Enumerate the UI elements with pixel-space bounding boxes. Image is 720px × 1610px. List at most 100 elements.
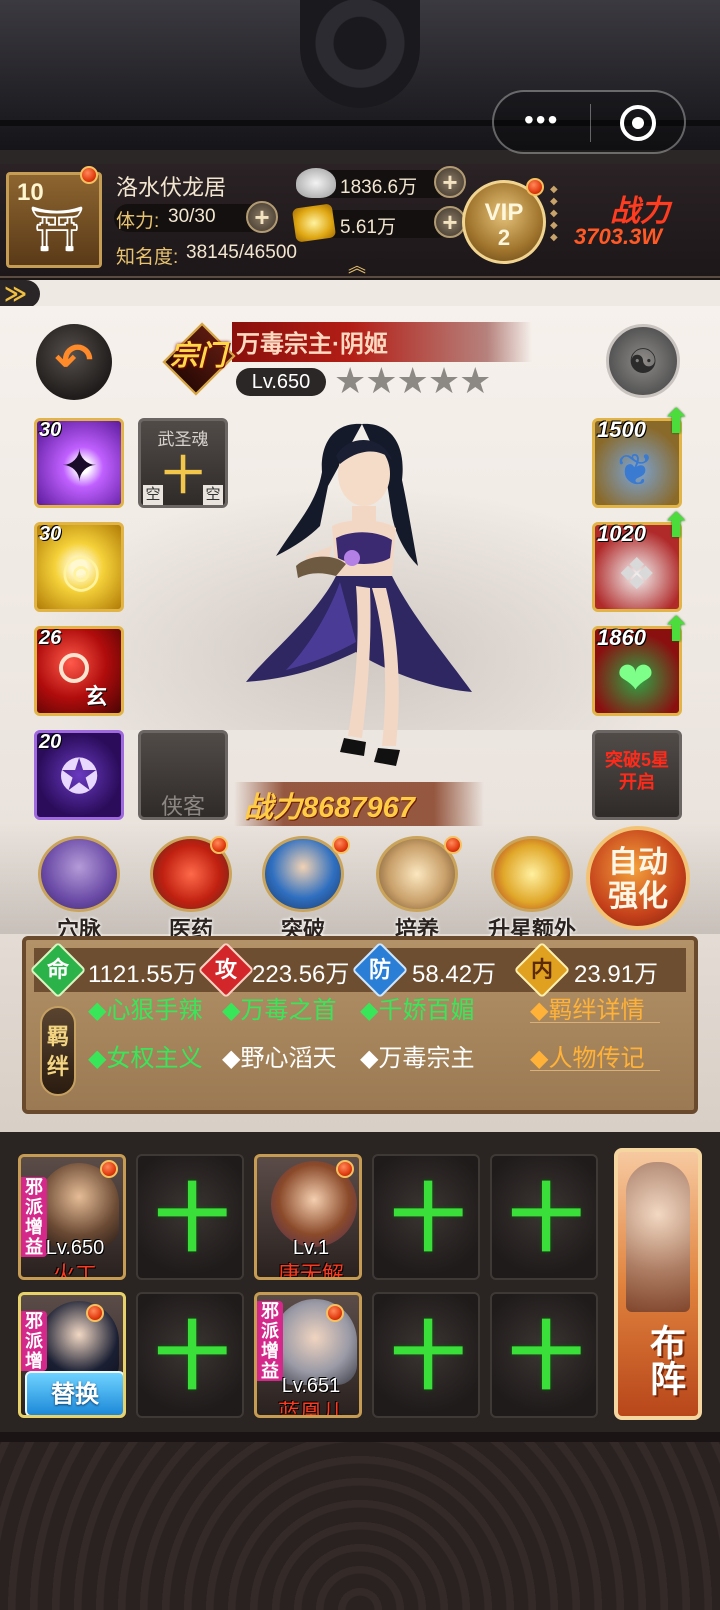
notification-dot	[326, 1304, 344, 1322]
spirit-ring-icon	[59, 653, 89, 683]
menu-meridian-button[interactable]: 穴脉	[26, 836, 132, 946]
star-up-icon	[491, 836, 573, 912]
skill-level: 30	[39, 523, 62, 545]
shuriken-icon: ✪	[59, 751, 100, 804]
stat-badge-label: 命	[46, 957, 69, 982]
bond-details-link[interactable]: ◆羁绊详情	[530, 990, 644, 1025]
bond-trait: ◆野心滔天	[222, 1045, 337, 1072]
character-power: 战力8687967	[244, 792, 415, 824]
bottom-wave-pattern	[0, 1432, 720, 1610]
back-arrow-button[interactable]: ↶	[36, 324, 112, 400]
mini-program-capsule: •••	[492, 90, 686, 154]
skill-slot-purple-shuriken[interactable]: 20 ✪	[34, 730, 124, 820]
character-level: Lv.650	[236, 368, 326, 396]
stat-badge-label: 内	[530, 957, 553, 982]
team-slot-empty[interactable]: 十	[372, 1292, 480, 1418]
upgrade-arrow-icon: ⬆	[662, 611, 691, 649]
empty-tag: 空	[203, 485, 223, 505]
add-stamina-button[interactable]: +	[246, 201, 278, 233]
auto-enhance-line2: 强化	[608, 880, 668, 913]
stamina-value: 30/30	[168, 206, 216, 227]
locked-equipment-slot[interactable]: 突破5星开启	[592, 730, 682, 820]
breakthrough-hint: 突破5星开启	[604, 750, 669, 792]
equipment-power: 1500	[597, 417, 646, 442]
character-portrait	[246, 423, 472, 766]
vip-level: 2	[497, 225, 511, 250]
bond-tag: 羁绊	[40, 1006, 76, 1096]
deploy-formation-button[interactable]: 布阵	[614, 1148, 702, 1420]
expand-chevron-icon[interactable]: ︽	[348, 252, 366, 278]
notification-dot	[526, 178, 544, 196]
team-slot-empty[interactable]: 十	[490, 1154, 598, 1280]
notification-dot	[100, 1160, 118, 1178]
fame-label: 知名度:	[116, 247, 179, 268]
meridian-icon	[38, 836, 120, 912]
notification-dot	[444, 836, 462, 854]
bottom-border	[0, 1432, 720, 1442]
upgrade-arrow-icon: ⬆	[662, 403, 691, 441]
menu-star-up-button[interactable]: 升星额外	[476, 836, 588, 946]
add-hero-icon: 十	[155, 1315, 229, 1398]
robe-icon: ❖	[617, 550, 657, 599]
add-hero-icon: 十	[509, 1177, 583, 1260]
meditation-medal-button[interactable]: ☯	[606, 324, 680, 398]
auto-enhance-line1: 自动	[608, 846, 668, 879]
retainer-label: 侠客	[160, 794, 205, 819]
team-slot-empty[interactable]: 十	[136, 1154, 244, 1280]
gold-ingot-icon	[291, 203, 337, 243]
add-hero-icon: 十	[391, 1177, 465, 1260]
skill-slot-golden-swirl[interactable]: 30 ◎	[34, 522, 124, 612]
auto-enhance-button[interactable]: 自动 强化	[586, 826, 690, 930]
stat-defense-badge: 防	[351, 941, 409, 999]
skill-level: 30	[39, 419, 62, 441]
retainer-slot[interactable]: 侠客	[138, 730, 228, 820]
bond-trait: ◆万毒之首	[222, 997, 337, 1024]
team-slot-lanhuanger[interactable]: 邪派增益 Lv.651 蓝凰儿	[254, 1292, 362, 1418]
expand-arrow-icon[interactable]: ≫	[0, 280, 40, 308]
character-name: 万毒宗主·阴姬	[236, 331, 388, 358]
biography-link[interactable]: ◆人物传记	[530, 1038, 644, 1073]
pagoda-icon: ⛩	[29, 205, 85, 254]
notification-dot	[332, 836, 350, 854]
hero-name: 蓝凰儿	[277, 1400, 344, 1418]
stat-badge-label: 攻	[214, 957, 237, 982]
stat-attack-value: 223.56万	[252, 961, 350, 988]
close-target-button[interactable]	[620, 105, 656, 141]
skill-slot-red-spirit[interactable]: 26 玄	[34, 626, 124, 716]
team-slot-yinji[interactable]: 邪派增 替换	[18, 1292, 126, 1418]
capsule-divider	[590, 104, 591, 142]
link-underline	[530, 1022, 660, 1023]
player-level: 10	[17, 179, 44, 206]
skill-slot-poison-claw[interactable]: 30 ✦	[34, 418, 124, 508]
chain-ornament-icon: ◆ ◆ ◆ ◆ ◆	[550, 184, 558, 243]
add-hero-icon: 十	[391, 1315, 465, 1398]
total-power-display[interactable]: 战力 3703.3W	[560, 186, 710, 256]
equipment-power: 1020	[597, 521, 646, 546]
hero-name: 唐无解	[277, 1262, 344, 1280]
team-slot-empty[interactable]: 十	[490, 1292, 598, 1418]
empty-tag: 空	[143, 485, 163, 505]
notification-dot	[80, 166, 98, 184]
player-avatar-button[interactable]: 10 ⛩	[6, 172, 102, 268]
add-silver-button[interactable]: +	[434, 166, 466, 198]
deploy-label: 布阵	[645, 1324, 686, 1396]
fame-value: 38145/46500	[186, 242, 297, 263]
team-slot-empty[interactable]: 十	[372, 1154, 480, 1280]
roof-ornament	[300, 0, 420, 108]
add-hero-icon: 十	[155, 1177, 229, 1260]
hero-name: 火工	[52, 1262, 97, 1280]
martial-soul-slot[interactable]: 武圣魂 十 空 空	[138, 418, 228, 508]
swap-button[interactable]: 替换	[25, 1371, 123, 1415]
menu-medicine-button[interactable]: 医药	[138, 836, 244, 946]
sect-crest-label: 宗门	[169, 340, 226, 371]
stat-badge-label: 防	[368, 957, 391, 982]
team-slot-empty[interactable]: 十	[136, 1292, 244, 1418]
attributes-panel: 命 1121.55万 攻 223.56万 防 58.42万 内 23.91万 羁…	[22, 936, 698, 1114]
collapsed-strip	[0, 280, 720, 306]
hero-portrait	[273, 1299, 357, 1385]
player-name: 洛水伏龙居	[116, 175, 227, 200]
more-menu-button[interactable]: •••	[524, 104, 559, 136]
blade-icon: ❦	[617, 446, 654, 495]
add-hero-icon: 十	[509, 1315, 583, 1398]
mystic-glyph: 玄	[85, 684, 108, 709]
